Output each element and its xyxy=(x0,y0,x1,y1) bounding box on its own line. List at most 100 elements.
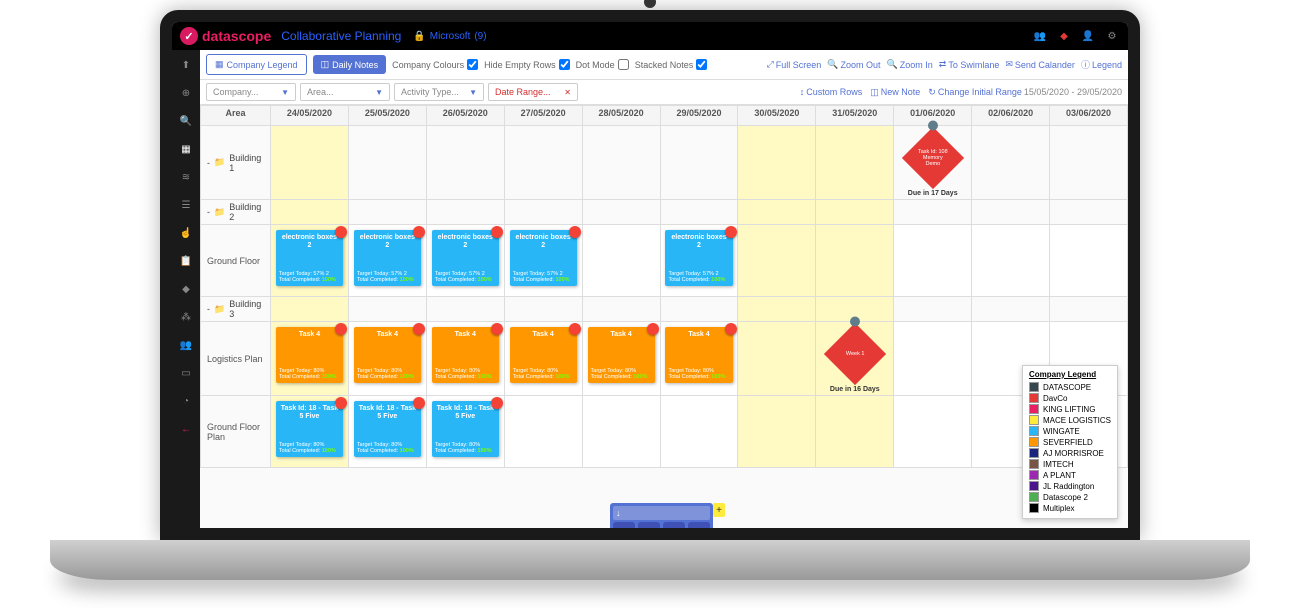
toolbar-filters: Company...▼ Area...▼ Activity Type...▼ D… xyxy=(200,80,1128,105)
legend-swatch xyxy=(1029,404,1039,414)
pager-prev[interactable]: ‹ xyxy=(638,522,660,528)
legend-label: MACE LOGISTICS xyxy=(1043,416,1111,425)
legend-link[interactable]: ⓘ Legend xyxy=(1081,58,1122,71)
header-date: 25/05/2020 xyxy=(348,106,426,126)
nav-alert-icon[interactable]: ⁂ xyxy=(177,308,195,326)
pager-next[interactable]: › xyxy=(663,522,685,528)
nav-upload-icon[interactable]: ⬆ xyxy=(177,56,195,74)
daily-notes-button[interactable]: ◫Daily Notes xyxy=(313,55,387,74)
legend-label: AJ MORRISROE xyxy=(1043,449,1104,458)
legend-item: MACE LOGISTICS xyxy=(1029,415,1111,425)
activity-filter[interactable]: Activity Type...▼ xyxy=(394,83,484,101)
user-icon[interactable]: 👤 xyxy=(1080,28,1096,44)
diamond-icon[interactable]: ◆ xyxy=(1056,28,1072,44)
note-card[interactable]: Task 4Target Today: 80%Total Completed: … xyxy=(665,327,732,383)
brand: datascope xyxy=(202,28,271,44)
sidenav: ⬆ ⊕ 🔍 ▦ ≋ ☰ ☝ 📋 ◆ ⁂ 👥 ▭ ◔ ← xyxy=(172,50,200,528)
nav-calendar-icon[interactable]: ▦ xyxy=(177,140,195,158)
area-filter[interactable]: Area...▼ xyxy=(300,83,390,101)
header-date: 27/05/2020 xyxy=(504,106,582,126)
send-calendar-link[interactable]: ✉ Send Calander xyxy=(1005,59,1075,70)
nav-back-icon[interactable]: ← xyxy=(177,420,195,438)
company-legend-button[interactable]: ▦Company Legend xyxy=(206,54,307,75)
legend-item: Multiplex xyxy=(1029,503,1111,513)
folder-icon[interactable]: 📁 xyxy=(214,304,225,315)
legend-item: DATASCOPE xyxy=(1029,382,1111,392)
legend-swatch xyxy=(1029,470,1039,480)
calendar-row: Ground Floor electronic boxes 2Target To… xyxy=(201,225,1128,297)
header-date: 29/05/2020 xyxy=(660,106,738,126)
note-card[interactable]: electronic boxes 2Target Today: 57% 2Tot… xyxy=(276,230,343,286)
note-card[interactable]: Task Id: 18 - Task 5 FiveTarget Today: 8… xyxy=(276,401,343,457)
legend-item: A PLANT xyxy=(1029,470,1111,480)
due-label: Due in 16 Days xyxy=(818,386,891,393)
gear-icon[interactable]: ⚙ xyxy=(1104,28,1120,44)
milestone-marker[interactable]: Task Id: 108MemoryDemo xyxy=(902,127,964,189)
nav-hand-icon[interactable]: ☝ xyxy=(177,224,195,242)
nav-swim-icon[interactable]: ≋ xyxy=(177,168,195,186)
folder-icon[interactable]: 📁 xyxy=(214,157,225,168)
company-colours-checkbox[interactable]: Company Colours xyxy=(392,59,478,70)
nav-clipboard-icon[interactable]: 📋 xyxy=(177,252,195,270)
custom-rows-link[interactable]: ↕ Custom Rows xyxy=(800,87,863,97)
legend-label: JL Raddington xyxy=(1043,482,1094,491)
note-card[interactable]: electronic boxes 2Target Today: 57% 2Tot… xyxy=(432,230,499,286)
legend-swatch xyxy=(1029,492,1039,502)
new-note-link[interactable]: ◫ New Note xyxy=(870,87,920,98)
note-card[interactable]: Task 4Target Today: 80%Total Completed: … xyxy=(588,327,655,383)
pager-first[interactable]: « xyxy=(613,522,635,528)
note-card[interactable]: Task Id: 18 - Task 5 FiveTarget Today: 8… xyxy=(432,401,499,457)
legend-label: KING LIFTING xyxy=(1043,405,1095,414)
drag-handle-icon[interactable]: ↓ xyxy=(616,508,621,518)
folder-row: -📁Building 2 xyxy=(201,200,1128,225)
calendar-row: Ground Floor Plan Task Id: 18 - Task 5 F… xyxy=(201,396,1128,468)
date-range-filter[interactable]: Date Range...✕ xyxy=(488,83,578,101)
nav-marker-icon[interactable]: ◆ xyxy=(177,280,195,298)
logo-icon: ✓ xyxy=(180,27,198,45)
note-card[interactable]: electronic boxes 2Target Today: 57% 2Tot… xyxy=(665,230,732,286)
hide-empty-rows-checkbox[interactable]: Hide Empty Rows xyxy=(484,59,570,70)
note-card[interactable]: Task 4Target Today: 80%Total Completed: … xyxy=(510,327,577,383)
nav-chart-icon[interactable]: ◔ xyxy=(177,392,195,410)
nav-search-icon[interactable]: 🔍 xyxy=(177,112,195,130)
pager-last[interactable]: » xyxy=(688,522,710,528)
change-range-link[interactable]: ↻ Change Initial Range 15/05/2020 - 29/0… xyxy=(928,87,1122,98)
dot-mode-checkbox[interactable]: Dot Mode xyxy=(576,59,629,70)
legend-item: WINGATE xyxy=(1029,426,1111,436)
nav-list-icon[interactable]: ☰ xyxy=(177,196,195,214)
nav-screen-icon[interactable]: ▭ xyxy=(177,364,195,382)
page-title: Collaborative Planning xyxy=(281,29,401,43)
note-card[interactable]: Task 4Target Today: 80%Total Completed: … xyxy=(354,327,421,383)
full-screen-link[interactable]: ⤢ Full Screen xyxy=(767,59,822,70)
note-card[interactable]: Task 4Target Today: 80%Total Completed: … xyxy=(276,327,343,383)
row-label: Logistics Plan xyxy=(201,322,271,396)
zoom-in-link[interactable]: 🔍 Zoom In xyxy=(887,59,933,70)
note-card[interactable]: electronic boxes 2Target Today: 57% 2Tot… xyxy=(354,230,421,286)
to-swimlane-link[interactable]: ⇄ To Swimlane xyxy=(939,59,1000,70)
legend-item: KING LIFTING xyxy=(1029,404,1111,414)
legend-title: Company Legend xyxy=(1029,370,1111,379)
milestone-marker[interactable]: Week 1 xyxy=(824,323,886,385)
company-filter[interactable]: Company...▼ xyxy=(206,83,296,101)
note-card[interactable]: electronic boxes 2Target Today: 57% 2Tot… xyxy=(510,230,577,286)
legend-item: AJ MORRISROE xyxy=(1029,448,1111,458)
folder-row: -📁Building 3 xyxy=(201,297,1128,322)
note-card[interactable]: Task 4Target Today: 80%Total Completed: … xyxy=(432,327,499,383)
pin-icon xyxy=(335,226,347,238)
pager: + ↓ « ‹ › » xyxy=(610,503,713,528)
account-badge[interactable]: 🔒 Microsoft (9) xyxy=(413,31,486,42)
header-date: 26/05/2020 xyxy=(426,106,504,126)
team-icon[interactable]: 👥 xyxy=(1032,28,1048,44)
row-label: Ground Floor xyxy=(201,225,271,297)
folder-icon[interactable]: 📁 xyxy=(214,207,225,218)
add-note-button[interactable]: + xyxy=(713,503,725,517)
due-label: Due in 17 Days xyxy=(896,190,969,197)
nav-people-icon[interactable]: 👥 xyxy=(177,336,195,354)
calendar-row: Logistics Plan Task 4Target Today: 80%To… xyxy=(201,322,1128,396)
note-card[interactable]: Task Id: 18 - Task 5 FiveTarget Today: 8… xyxy=(354,401,421,457)
zoom-out-link[interactable]: 🔍 Zoom Out xyxy=(827,59,880,70)
legend-label: Multiplex xyxy=(1043,504,1075,513)
header-date: 02/06/2020 xyxy=(972,106,1050,126)
stacked-notes-checkbox[interactable]: Stacked Notes xyxy=(635,59,708,70)
nav-add-icon[interactable]: ⊕ xyxy=(177,84,195,102)
